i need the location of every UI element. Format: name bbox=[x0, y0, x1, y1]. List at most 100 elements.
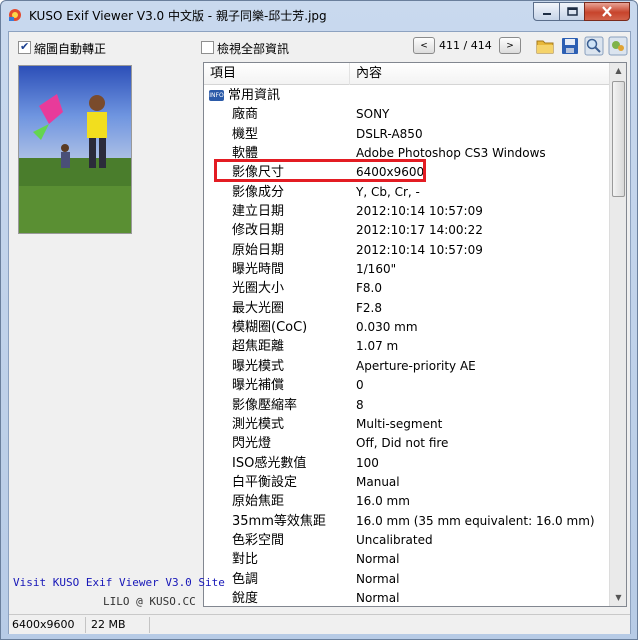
auto-rotate-label: 縮圖自動轉正 bbox=[34, 42, 107, 56]
credit-text: LILO @ KUSO.CC bbox=[103, 595, 196, 608]
row-item-value: Normal bbox=[356, 590, 400, 605]
table-row[interactable]: 影像壓縮率 8 bbox=[204, 396, 610, 415]
zoom-icon[interactable] bbox=[584, 36, 604, 56]
open-folder-icon[interactable] bbox=[535, 36, 555, 56]
about-icon[interactable] bbox=[608, 36, 628, 56]
row-item-name: 曝光補償 bbox=[232, 378, 285, 394]
vertical-scrollbar[interactable]: ▲ ▼ bbox=[609, 63, 626, 606]
row-item-value: Off, Did not fire bbox=[356, 436, 449, 451]
scroll-thumb[interactable] bbox=[612, 81, 625, 197]
table-row[interactable]: 最大光圈 F2.8 bbox=[204, 299, 610, 318]
table-row[interactable]: 曝光補償 0 bbox=[204, 376, 610, 395]
row-item-value: DSLR-A850 bbox=[356, 126, 423, 141]
row-item-value: 16.0 mm (35 mm equivalent: 16.0 mm) bbox=[356, 513, 595, 528]
row-item-value: 1/160" bbox=[356, 262, 397, 277]
exif-table[interactable]: 項目 內容 INFO 常用資訊 廠商 SONY 機型 DSLR-A850 軟體 Adobe… bbox=[203, 62, 627, 607]
row-item-value: Y, Cb, Cr, - bbox=[356, 184, 420, 199]
row-item-name: 曝光時間 bbox=[232, 262, 285, 278]
row-item-value: 0.030 mm bbox=[356, 320, 418, 335]
row-item-name: 修改日期 bbox=[232, 223, 285, 239]
highlight-box bbox=[214, 159, 426, 182]
row-item-value: 0 bbox=[356, 378, 364, 393]
table-row[interactable]: 色彩空間 Uncalibrated bbox=[204, 531, 610, 550]
row-item-name: 原始日期 bbox=[232, 242, 285, 258]
maximize-icon bbox=[566, 7, 578, 16]
column-header-content[interactable]: 內容 bbox=[350, 63, 610, 85]
close-icon bbox=[602, 6, 612, 17]
table-row[interactable]: 原始焦距 16.0 mm bbox=[204, 492, 610, 511]
thumbnail-image bbox=[19, 66, 131, 233]
scroll-up-icon[interactable]: ▲ bbox=[611, 63, 626, 79]
row-item-name: 色調 bbox=[232, 571, 259, 587]
scroll-down-icon[interactable]: ▼ bbox=[611, 590, 626, 606]
table-row[interactable]: 光圈大小 F8.0 bbox=[204, 279, 610, 298]
save-icon[interactable] bbox=[560, 36, 580, 56]
row-item-name: 建立日期 bbox=[232, 204, 285, 220]
row-item-name: 超焦距離 bbox=[232, 339, 285, 355]
site-link[interactable]: Visit KUSO Exif Viewer V3.0 Site bbox=[13, 576, 225, 589]
row-item-value: 16.0 mm bbox=[356, 494, 410, 509]
status-bar: 6400x9600 22 MB bbox=[9, 614, 630, 634]
minimize-icon bbox=[542, 12, 551, 15]
app-icon bbox=[9, 9, 21, 21]
row-item-name: 原始焦距 bbox=[232, 494, 285, 510]
table-row[interactable]: 測光模式 Multi-segment bbox=[204, 415, 610, 434]
next-image-button[interactable]: > bbox=[499, 37, 521, 54]
client-area: ✔ 縮圖自動轉正 檢視全部資訊 < 411 / 414 > 項目 內容 INFO… bbox=[8, 31, 631, 634]
row-item-name: 影像壓縮率 bbox=[232, 397, 298, 413]
row-item-value: Uncalibrated bbox=[356, 532, 433, 547]
table-row[interactable]: 原始日期 2012:10:14 10:57:09 bbox=[204, 241, 610, 260]
row-item-name: 35mm等效焦距 bbox=[232, 513, 326, 529]
row-item-name: ISO感光數值 bbox=[232, 455, 307, 471]
info-icon: INFO bbox=[209, 90, 224, 101]
row-item-name: 光圈大小 bbox=[232, 281, 285, 297]
row-item-name: 色彩空間 bbox=[232, 532, 285, 548]
table-row[interactable]: 機型 DSLR-A850 bbox=[204, 125, 610, 144]
table-row[interactable]: 閃光燈 Off, Did not fire bbox=[204, 434, 610, 453]
row-item-value: Normal bbox=[356, 571, 400, 586]
row-item-name: 對比 bbox=[232, 552, 259, 568]
table-row[interactable]: 曝光時間 1/160" bbox=[204, 260, 610, 279]
table-row[interactable]: 影像成分 Y, Cb, Cr, - bbox=[204, 183, 610, 202]
row-item-name: 白平衡設定 bbox=[232, 474, 298, 490]
table-row[interactable]: 色調 Normal bbox=[204, 570, 610, 589]
row-item-name: 模糊圈(CoC) bbox=[232, 320, 308, 336]
show-all-label: 檢視全部資訊 bbox=[217, 42, 290, 56]
status-file-size: 22 MB bbox=[88, 617, 150, 633]
row-item-value: 8 bbox=[356, 397, 364, 412]
table-row[interactable]: ISO感光數值 100 bbox=[204, 454, 610, 473]
row-item-value: SONY bbox=[356, 107, 390, 122]
photo-thumbnail[interactable] bbox=[18, 65, 132, 234]
table-row[interactable]: 35mm等效焦距 16.0 mm (35 mm equivalent: 16.0 … bbox=[204, 512, 610, 531]
table-row[interactable]: 模糊圈(CoC) 0.030 mm bbox=[204, 318, 610, 337]
table-row[interactable]: 建立日期 2012:10:14 10:57:09 bbox=[204, 202, 610, 221]
table-row[interactable]: 修改日期 2012:10:17 14:00:22 bbox=[204, 221, 610, 240]
table-row[interactable]: 銳度 Normal bbox=[204, 589, 610, 606]
title-bar[interactable]: KUSO Exif Viewer V3.0 中文版 - 親子同樂-邱士芳.jpg bbox=[1, 1, 637, 31]
prev-image-button[interactable]: < bbox=[413, 37, 435, 54]
row-item-name: 銳度 bbox=[232, 590, 259, 606]
row-item-value: 100 bbox=[356, 455, 379, 470]
close-button[interactable] bbox=[584, 2, 630, 21]
checkmark-icon: ✔ bbox=[20, 40, 30, 53]
window-title: KUSO Exif Viewer V3.0 中文版 - 親子同樂-邱士芳.jpg bbox=[29, 9, 327, 23]
column-header-item[interactable]: 項目 bbox=[204, 63, 350, 85]
show-all-checkbox[interactable] bbox=[201, 41, 214, 54]
image-counter: 411 / 414 bbox=[439, 39, 492, 52]
row-item-value: F2.8 bbox=[356, 300, 382, 315]
table-row[interactable]: 對比 Normal bbox=[204, 550, 610, 569]
row-item-value: 1.07 m bbox=[356, 339, 399, 354]
table-row[interactable]: 廠商 SONY bbox=[204, 105, 610, 124]
group-row-common[interactable]: INFO 常用資訊 bbox=[204, 86, 610, 105]
table-row[interactable]: 超焦距離 1.07 m bbox=[204, 337, 610, 356]
table-row[interactable]: 白平衡設定 Manual bbox=[204, 473, 610, 492]
row-item-value: Manual bbox=[356, 474, 400, 489]
minimize-button[interactable] bbox=[533, 2, 560, 21]
table-row[interactable]: 曝光模式 Aperture-priority AE bbox=[204, 357, 610, 376]
row-item-name: 曝光模式 bbox=[232, 358, 285, 374]
auto-rotate-checkbox[interactable]: ✔ bbox=[18, 40, 31, 54]
row-item-name: 影像成分 bbox=[232, 184, 285, 200]
maximize-button[interactable] bbox=[559, 2, 585, 21]
row-item-value: Normal bbox=[356, 552, 400, 567]
table-header: 項目 內容 bbox=[204, 63, 610, 85]
